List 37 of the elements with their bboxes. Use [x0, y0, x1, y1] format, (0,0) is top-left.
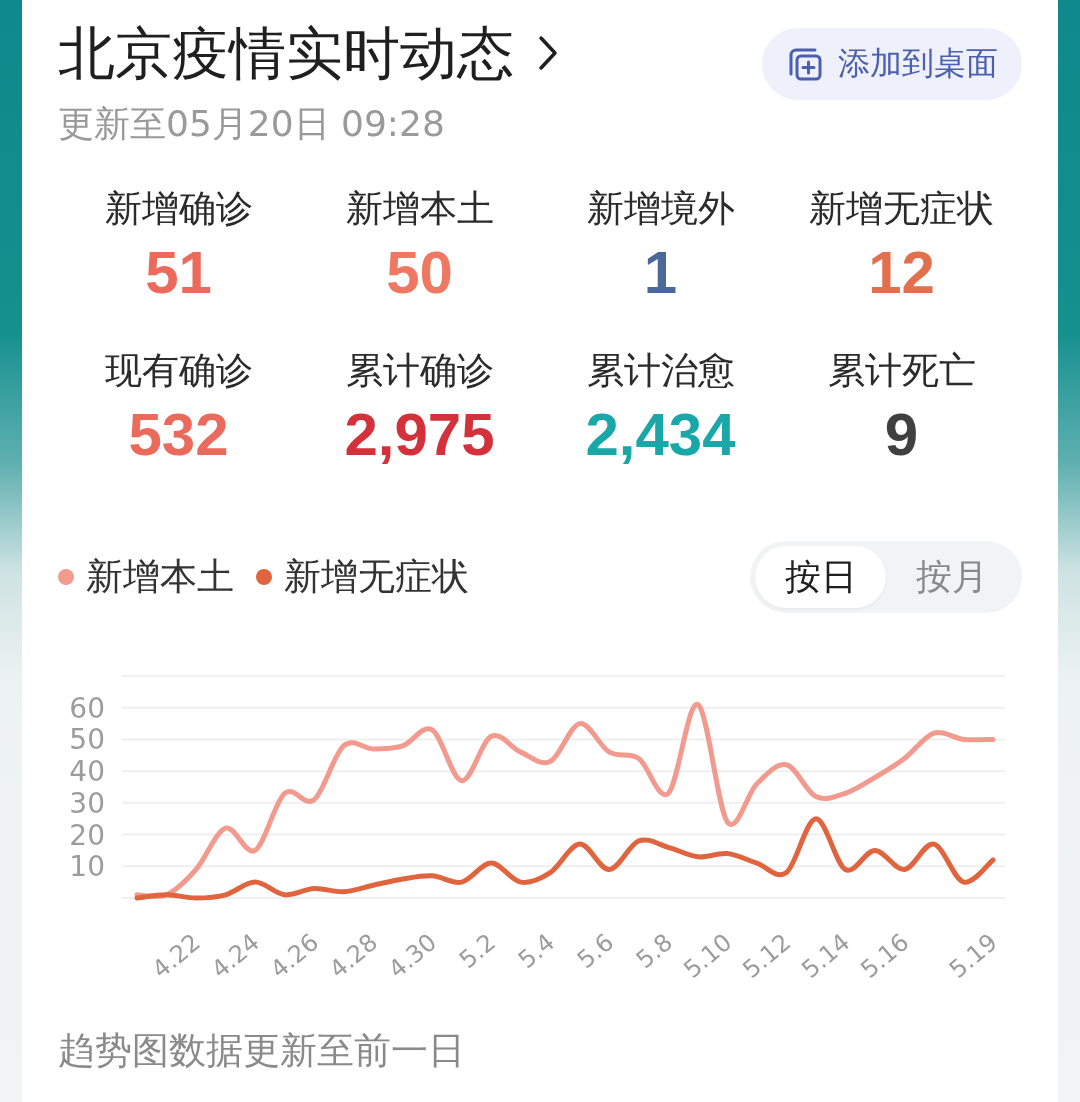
chevron-right-icon [538, 35, 558, 71]
title-link[interactable]: 北京疫情实时动态 [58, 20, 558, 86]
stat-label: 新增境外 [586, 186, 735, 232]
x-axis-label: 4.22 [146, 928, 206, 984]
y-axis-label: 20 [69, 818, 105, 852]
chart-note: 趋势图数据更新至前一日 [58, 1028, 466, 1074]
y-axis-label: 50 [69, 723, 105, 757]
stat-value: 12 [868, 238, 935, 308]
y-axis-label: 40 [69, 755, 105, 789]
stat-value: 1 [643, 238, 678, 308]
stat-value: 2,975 [344, 400, 495, 470]
stat-value: 9 [884, 400, 919, 470]
stat-value: 2,434 [585, 400, 736, 470]
x-axis-label: 5.2 [453, 928, 502, 975]
plus-square-icon [788, 47, 822, 81]
legend-label: 新增无症状 [284, 554, 469, 600]
stat-label: 累计确诊 [345, 348, 494, 394]
stat-label: 新增确诊 [104, 186, 253, 232]
x-axis-label: 4.30 [383, 928, 443, 984]
y-axis-label: 10 [69, 850, 105, 884]
stat-label: 新增无症状 [809, 186, 994, 232]
stat-value: 51 [145, 238, 212, 308]
x-axis-label: 5.6 [571, 928, 620, 975]
x-axis-label: 5.8 [630, 928, 679, 975]
add-to-desktop-button[interactable]: 添加到桌面 [762, 28, 1022, 100]
update-time-text: 更新至05月20日 09:28 [58, 102, 445, 146]
stat-label: 新增本土 [345, 186, 494, 232]
y-axis-label: 30 [69, 786, 105, 820]
stat-value: 532 [128, 400, 229, 470]
stat-label: 累计死亡 [827, 348, 976, 394]
stat-value: 50 [386, 238, 453, 308]
stat-label: 累计治愈 [586, 348, 735, 394]
legend-label: 新增本土 [86, 554, 234, 600]
stat-label: 现有确诊 [104, 348, 253, 394]
x-axis-label: 5.4 [512, 928, 561, 975]
y-axis-label: 60 [69, 691, 105, 725]
toggle-option[interactable]: 按日 [755, 546, 886, 608]
